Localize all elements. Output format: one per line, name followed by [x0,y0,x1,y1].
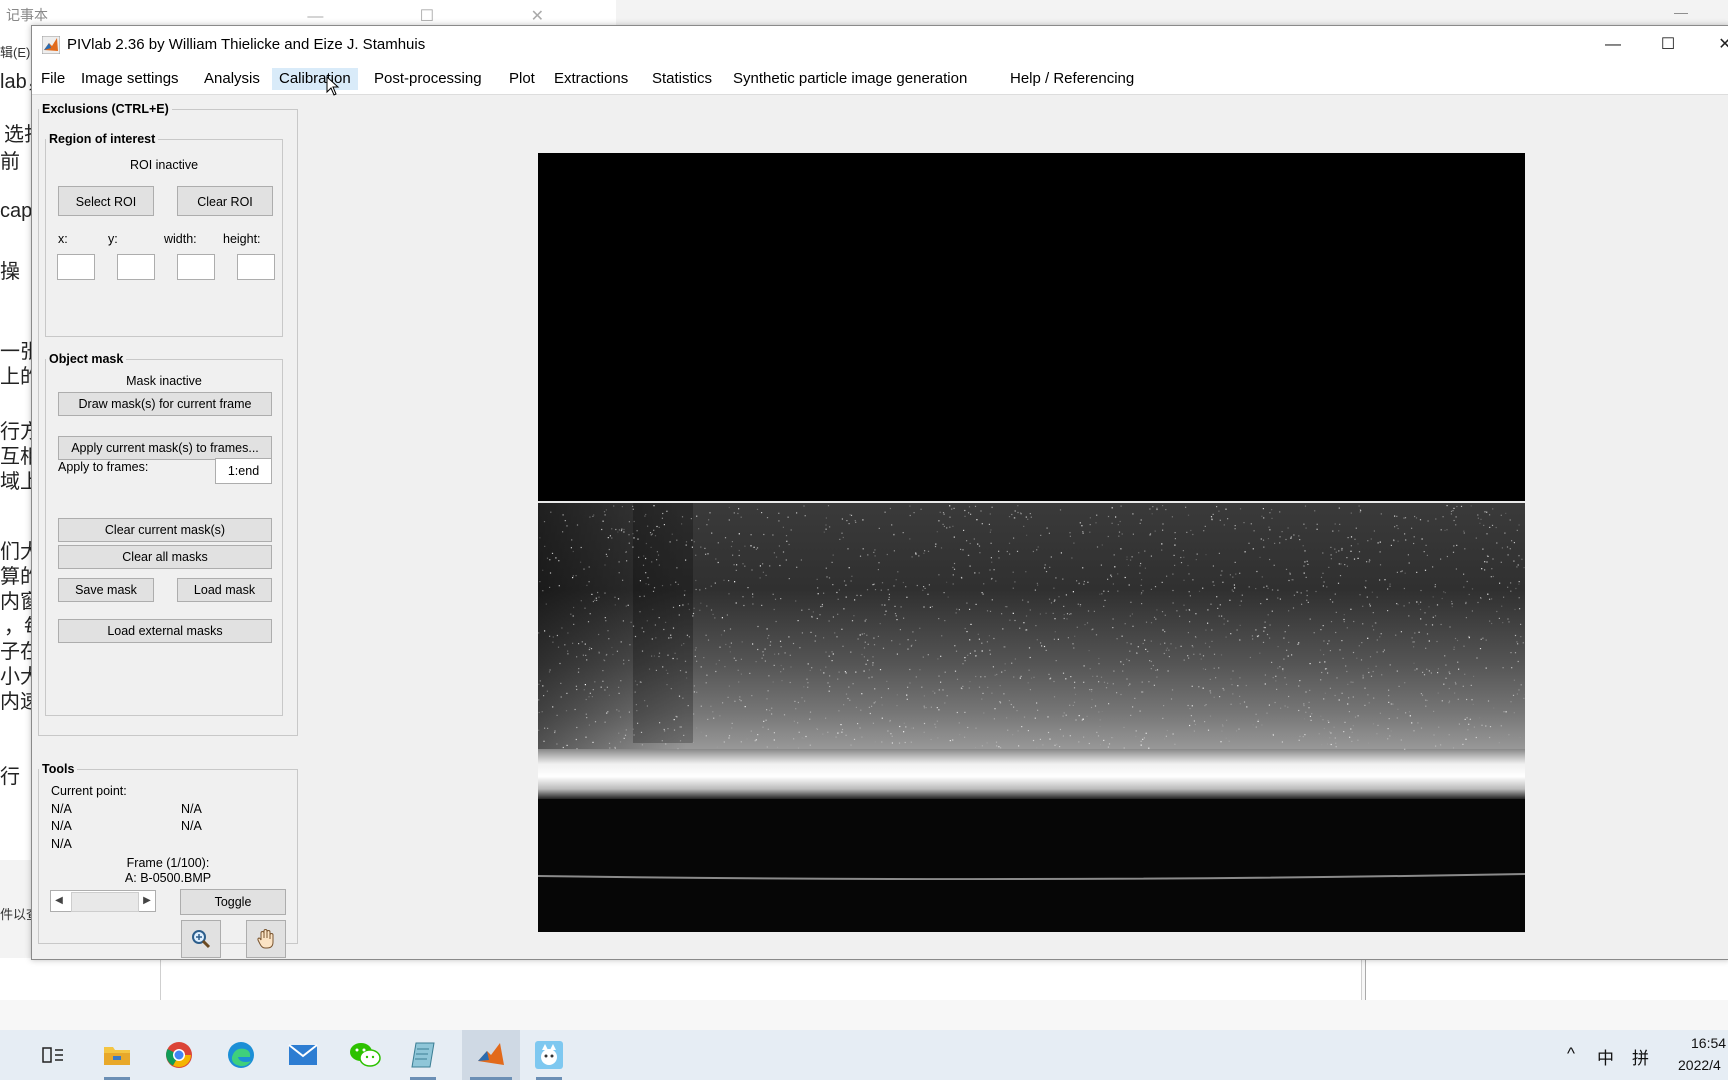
piv-image-display[interactable] [538,153,1525,932]
notepad-app-icon[interactable] [406,1038,440,1072]
task-view-icon[interactable] [36,1038,70,1072]
close-button[interactable]: ✕ [1702,32,1728,58]
file-explorer-icon[interactable] [100,1038,134,1072]
toggle-button[interactable]: Toggle [180,889,286,915]
tray-overflow-caret[interactable]: ^ [1567,1044,1575,1064]
chrome-icon[interactable] [162,1038,196,1072]
menu-synthetic-particle-image-generation[interactable]: Synthetic particle image generation [726,68,974,90]
ime-language-indicator[interactable]: 中 [1597,1044,1614,1069]
roi-x-label: x: [58,232,68,246]
roi-group: Region of interest ROI inactive Select R… [45,132,283,337]
current-point-label: Current point: [51,784,127,798]
wechat-icon[interactable] [348,1038,382,1072]
object-mask-title: Object mask [49,352,124,366]
roi-width-field[interactable] [177,254,215,280]
menu-post-processing[interactable]: Post-processing [367,68,489,90]
frame-filename: A: B-0500.BMP [124,871,212,885]
exclusions-title: Exclusions (CTRL+E) [42,102,169,116]
frame-label: Frame (1/100): [126,856,210,870]
edge-icon[interactable] [224,1038,258,1072]
background-pane [1365,958,1728,1000]
notepad-text-fragment: 行 [0,766,20,788]
clear-all-masks-button[interactable]: Clear all masks [58,545,272,569]
notepad-menu: 辑(E) [0,45,31,60]
object-mask-group: Object mask Mask inactive Draw mask(s) f… [45,352,283,716]
apply-to-frames-label: Apply to frames: [58,460,149,474]
menu-image-settings[interactable]: Image settings [74,68,186,90]
roi-status: ROI inactive [129,158,199,172]
matlab-logo-icon [42,36,60,54]
clear-current-mask-button[interactable]: Clear current mask(s) [58,518,272,542]
maximize-button[interactable]: ☐ [1645,32,1691,58]
menu-file[interactable]: File [34,68,72,90]
particle-image [538,153,1525,932]
roi-height-label: height: [223,232,261,246]
slider-right-arrow-icon[interactable]: ▶ [139,891,155,911]
point-value: N/A [51,837,72,851]
point-value: N/A [181,819,202,833]
matlab-icon[interactable] [474,1038,508,1072]
frame-slider[interactable]: ◀ ▶ [50,890,156,912]
pan-button[interactable] [246,920,286,958]
zoom-button[interactable] [181,920,221,958]
roi-width-label: width: [164,232,197,246]
point-value: N/A [181,802,202,816]
background-editor-area: 件以查 [0,907,1728,1030]
roi-y-label: y: [108,232,118,246]
menu-bar: File Image settings Analysis Calibration… [32,64,1728,96]
menu-plot[interactable]: Plot [502,68,542,90]
menu-analysis[interactable]: Analysis [197,68,267,90]
apply-mask-button[interactable]: Apply current mask(s) to frames... [58,436,272,460]
clear-roi-button[interactable]: Clear ROI [177,186,273,216]
minimize-button[interactable]: — [1590,32,1636,58]
tools-panel: Tools Current point: N/A N/A N/A N/A N/A… [38,762,298,944]
menu-statistics[interactable]: Statistics [645,68,719,90]
load-mask-button[interactable]: Load mask [177,578,272,602]
roi-title: Region of interest [49,132,156,146]
roi-height-field[interactable] [237,254,275,280]
title-bar: PIVlab 2.36 by William Thielicke and Eiz… [32,26,1728,64]
draw-mask-button[interactable]: Draw mask(s) for current frame [58,392,272,416]
exclusions-panel: Exclusions (CTRL+E) Region of interest R… [38,102,298,736]
clock-date[interactable]: 2022/4 [1678,1057,1721,1073]
zoom-in-icon [192,930,211,949]
notepad-text-fragment: 前 [0,151,20,173]
hand-pan-icon [257,928,274,949]
ime-mode-indicator[interactable]: 拼 [1632,1044,1649,1069]
window-title: PIVlab 2.36 by William Thielicke and Eiz… [67,36,426,53]
menu-extractions[interactable]: Extractions [547,68,635,90]
load-external-masks-button[interactable]: Load external masks [58,619,272,643]
mouse-cursor-icon [326,76,340,96]
taskbar: ^ 中 拼 16:54 2022/4 [0,1030,1728,1080]
point-value: N/A [51,802,72,816]
mask-status: Mask inactive [126,374,202,388]
roi-y-field[interactable] [117,254,155,280]
live-wallpaper-icon[interactable] [532,1038,566,1072]
apply-to-frames-field[interactable] [215,458,272,484]
point-value: N/A [51,819,72,833]
mail-icon[interactable] [286,1038,320,1072]
select-roi-button[interactable]: Select ROI [58,186,154,216]
tools-title: Tools [42,762,75,776]
slider-left-arrow-icon[interactable]: ◀ [51,891,67,911]
clock-time[interactable]: 16:54 [1691,1035,1726,1051]
background-minimize-icon: — [1674,4,1688,20]
notepad-text-fragment: 操 [0,261,20,283]
notepad-window-controls: — ☐ ✕ [307,8,590,25]
background-strip: 件以查 [0,907,160,1000]
menu-help-referencing[interactable]: Help / Referencing [1003,68,1141,90]
pivlab-window: PIVlab 2.36 by William Thielicke and Eiz… [31,25,1728,960]
roi-x-field[interactable] [57,254,95,280]
control-panel: Exclusions (CTRL+E) Region of interest R… [38,102,298,958]
save-mask-button[interactable]: Save mask [58,578,154,602]
background-pane [160,958,1362,1000]
slider-thumb[interactable] [71,892,139,912]
menu-calibration[interactable]: Calibration [272,68,358,90]
